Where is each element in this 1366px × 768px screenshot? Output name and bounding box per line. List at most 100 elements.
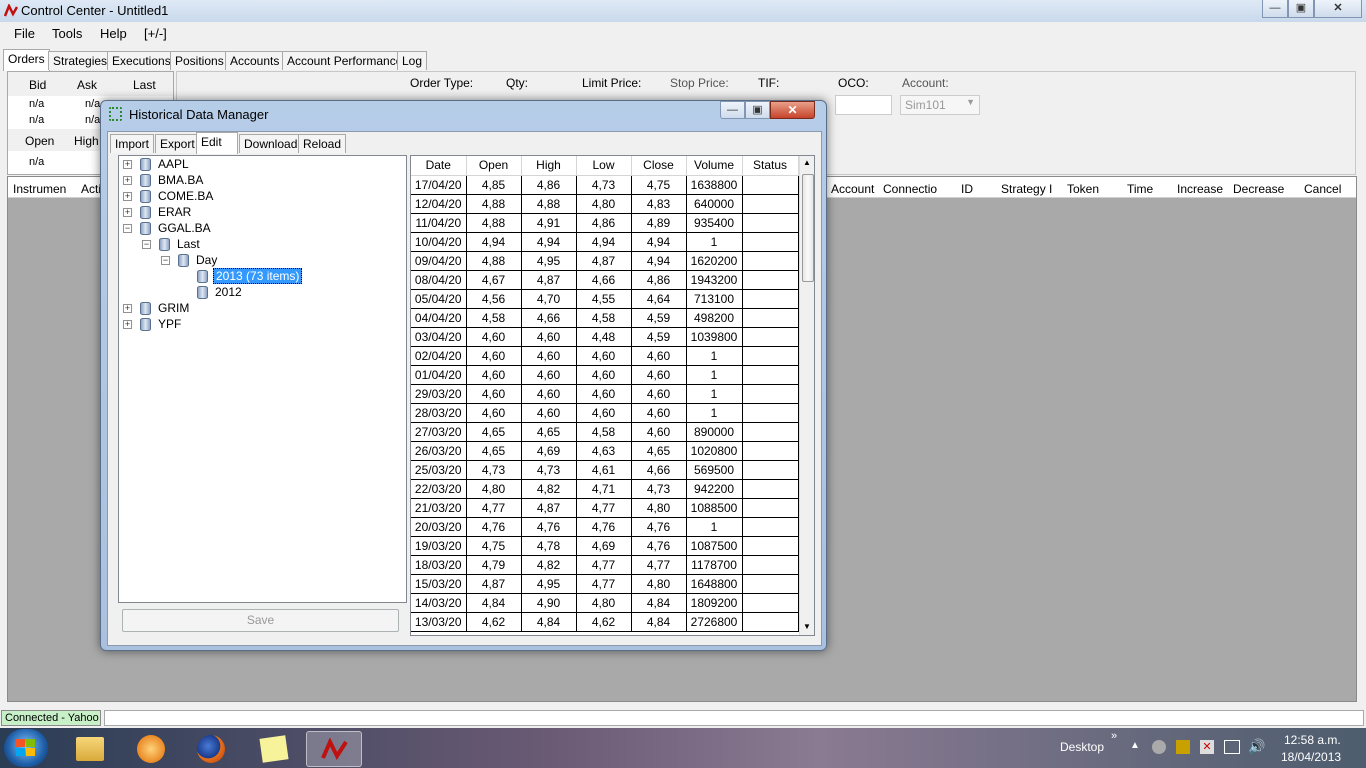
table-row[interactable]: 21/03/20 4,77 4,87 4,77 4,80 1088500	[411, 498, 799, 518]
account-select[interactable]: Sim101 ▼	[900, 95, 980, 115]
table-cell[interactable]	[741, 403, 799, 423]
col-low[interactable]: Low	[576, 156, 632, 176]
volume-icon[interactable]: 🔊	[1248, 738, 1265, 755]
table-cell[interactable]: 4,80	[630, 574, 687, 594]
table-cell[interactable]: 19/03/20	[411, 536, 467, 556]
tray-app-icon[interactable]	[1152, 740, 1166, 754]
table-cell[interactable]: 4,76	[465, 517, 522, 537]
table-cell[interactable]: 4,78	[520, 536, 577, 556]
table-cell[interactable]: 4,80	[465, 479, 522, 499]
table-cell[interactable]: 4,60	[520, 327, 577, 347]
minimize-button[interactable]: —	[1262, 0, 1288, 18]
table-cell[interactable]: 1	[685, 384, 743, 404]
table-cell[interactable]	[741, 574, 799, 594]
table-cell[interactable]: 4,66	[520, 308, 577, 328]
table-cell[interactable]: 4,48	[575, 327, 632, 347]
table-cell[interactable]: 11/04/20	[411, 213, 467, 233]
table-cell[interactable]: 1	[685, 403, 743, 423]
table-cell[interactable]: 4,80	[575, 593, 632, 613]
table-scrollbar[interactable]: ▲ ▼	[799, 156, 814, 635]
tab-export[interactable]: Export	[155, 134, 200, 153]
table-cell[interactable]: 4,65	[520, 422, 577, 442]
maximize-button[interactable]: ▣	[1288, 0, 1314, 18]
table-cell[interactable]: 4,86	[520, 175, 577, 195]
table-cell[interactable]: 1809200	[685, 593, 743, 613]
scroll-thumb[interactable]	[802, 174, 814, 282]
table-cell[interactable]: 4,88	[465, 251, 522, 271]
table-cell[interactable]: 02/04/20	[411, 346, 467, 366]
table-cell[interactable]: 4,60	[575, 403, 632, 423]
table-cell[interactable]	[741, 422, 799, 442]
table-cell[interactable]: 1620200	[685, 251, 743, 271]
table-cell[interactable]: 4,64	[630, 289, 687, 309]
table-cell[interactable]: 4,76	[630, 517, 687, 537]
tab-orders[interactable]: Orders	[3, 49, 50, 71]
col-cancel[interactable]: Cancel	[1304, 182, 1341, 196]
table-cell[interactable]: 12/04/20	[411, 194, 467, 214]
table-cell[interactable]	[741, 194, 799, 214]
tray-power-icon[interactable]	[1176, 740, 1190, 754]
table-cell[interactable]: 4,89	[630, 213, 687, 233]
desktop-toolbar-label[interactable]: Desktop	[1060, 740, 1104, 754]
table-cell[interactable]: 4,77	[465, 498, 522, 518]
table-cell[interactable]: 4,83	[630, 194, 687, 214]
table-cell[interactable]	[741, 289, 799, 309]
oco-input[interactable]	[835, 95, 892, 115]
dialog-minimize-button[interactable]: —	[720, 101, 745, 119]
table-cell[interactable]: 4,59	[630, 308, 687, 328]
table-cell[interactable]: 4,56	[465, 289, 522, 309]
table-cell[interactable]: 4,60	[520, 403, 577, 423]
table-cell[interactable]: 4,70	[520, 289, 577, 309]
table-cell[interactable]: 29/03/20	[411, 384, 467, 404]
table-cell[interactable]: 4,87	[520, 498, 577, 518]
table-cell[interactable]: 1020800	[685, 441, 743, 461]
table-cell[interactable]: 4,82	[520, 555, 577, 575]
explorer-taskbar-icon[interactable]	[62, 731, 118, 767]
table-cell[interactable]: 4,58	[575, 308, 632, 328]
table-cell[interactable]: 4,94	[575, 232, 632, 252]
table-cell[interactable]: 4,77	[575, 555, 632, 575]
table-cell[interactable]: 4,58	[465, 308, 522, 328]
col-status[interactable]: Status	[742, 156, 799, 176]
tab-accounts[interactable]: Accounts	[225, 51, 285, 70]
table-cell[interactable]: 569500	[685, 460, 743, 480]
table-cell[interactable]: 4,87	[575, 251, 632, 271]
table-row[interactable]: 09/04/20 4,88 4,95 4,87 4,94 1620200	[411, 251, 799, 271]
col-open[interactable]: Open	[466, 156, 522, 176]
table-cell[interactable]: 25/03/20	[411, 460, 467, 480]
table-cell[interactable]: 1087500	[685, 536, 743, 556]
table-row[interactable]: 22/03/20 4,80 4,82 4,71 4,73 942200	[411, 479, 799, 499]
table-cell[interactable]: 4,73	[465, 460, 522, 480]
save-button[interactable]: Save	[122, 609, 399, 632]
table-row[interactable]: 26/03/20 4,65 4,69 4,63 4,65 1020800	[411, 441, 799, 461]
table-cell[interactable]: 1039800	[685, 327, 743, 347]
table-cell[interactable]: 4,86	[575, 213, 632, 233]
table-row[interactable]: 08/04/20 4,67 4,87 4,66 4,86 1943200	[411, 270, 799, 290]
table-cell[interactable]: 04/04/20	[411, 308, 467, 328]
table-cell[interactable]: 4,94	[630, 251, 687, 271]
table-cell[interactable]: 4,65	[630, 441, 687, 461]
table-cell[interactable]: 4,95	[520, 251, 577, 271]
table-cell[interactable]: 1	[685, 517, 743, 537]
table-cell[interactable]: 4,59	[630, 327, 687, 347]
table-cell[interactable]: 4,60	[630, 365, 687, 385]
scroll-up-icon[interactable]: ▲	[803, 158, 811, 167]
col-close[interactable]: Close	[631, 156, 687, 176]
table-row[interactable]: 01/04/20 4,60 4,60 4,60 4,60 1	[411, 365, 799, 385]
table-cell[interactable]: 4,60	[575, 365, 632, 385]
tab-log[interactable]: Log	[397, 51, 428, 70]
clock-date[interactable]: 18/04/2013	[1281, 750, 1341, 764]
table-cell[interactable]	[741, 441, 799, 461]
table-cell[interactable]: 4,69	[520, 441, 577, 461]
table-cell[interactable]: 4,58	[575, 422, 632, 442]
col-time[interactable]: Time	[1127, 182, 1153, 196]
table-cell[interactable]: 1648800	[685, 574, 743, 594]
table-cell[interactable]: 4,73	[520, 460, 577, 480]
table-cell[interactable]: 14/03/20	[411, 593, 467, 613]
table-cell[interactable]: 4,60	[520, 384, 577, 404]
col-connection[interactable]: Connectio	[883, 182, 937, 196]
table-cell[interactable]: 4,60	[575, 346, 632, 366]
table-cell[interactable]: 01/04/20	[411, 365, 467, 385]
col-instrument[interactable]: Instrumen	[13, 182, 66, 196]
table-cell[interactable]	[741, 460, 799, 480]
